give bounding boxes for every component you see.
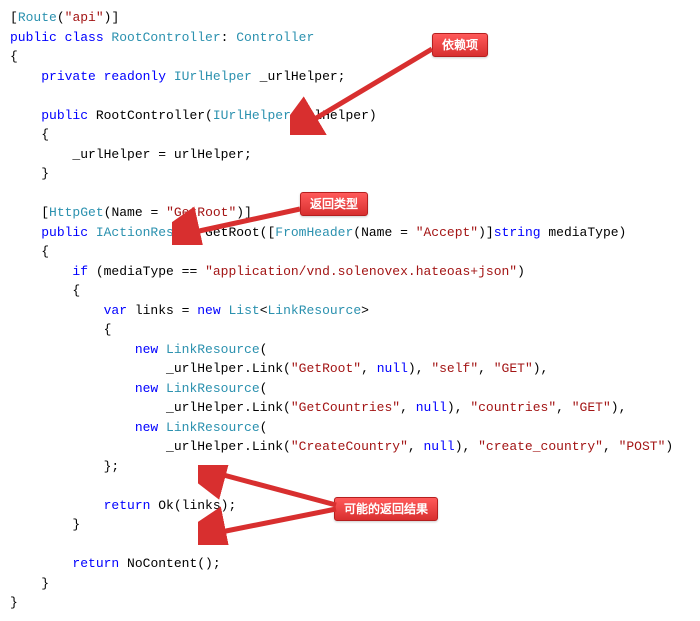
annotation-possible-results: 可能的返回结果 bbox=[334, 497, 438, 521]
code-block: [Route("api")] public class RootControll… bbox=[10, 8, 690, 613]
annotation-return-type: 返回类型 bbox=[300, 192, 368, 216]
annotation-dependency: 依赖项 bbox=[432, 33, 488, 57]
